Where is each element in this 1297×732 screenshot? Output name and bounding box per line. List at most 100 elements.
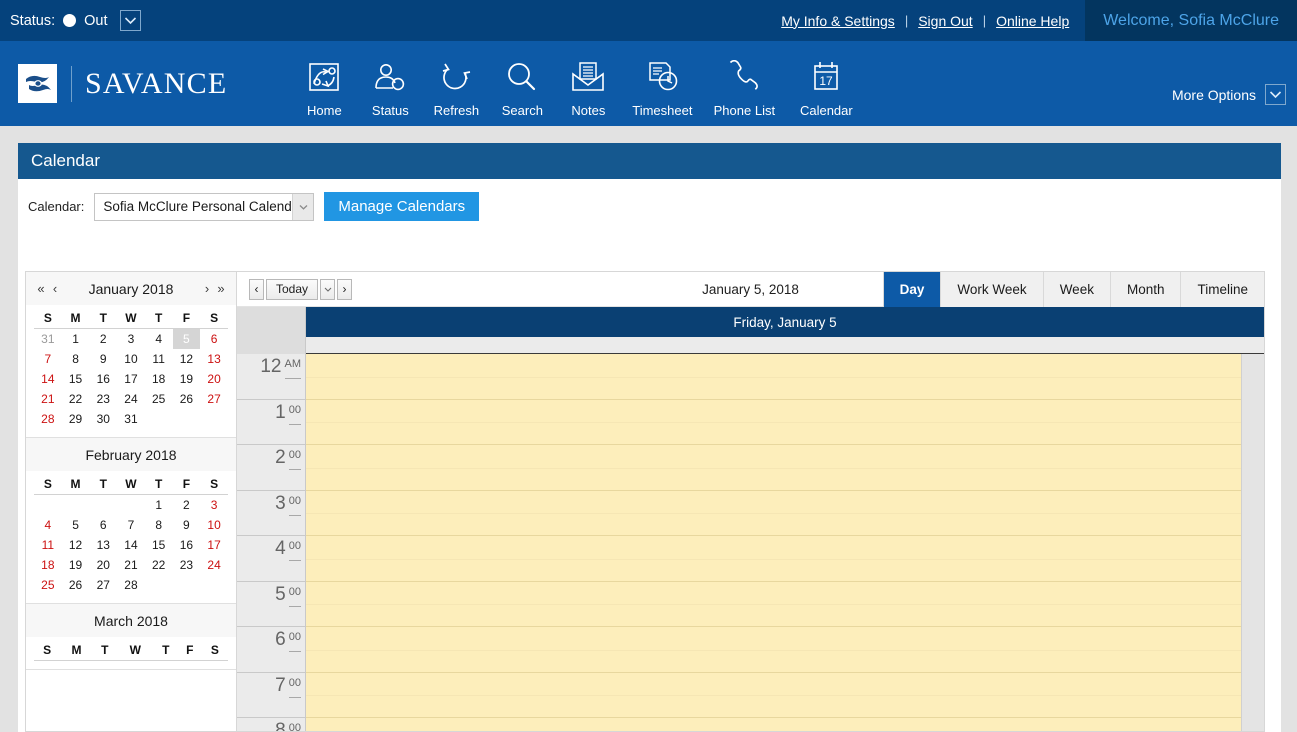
all-day-slot[interactable] [306,337,1264,354]
mini-day-cell[interactable]: 3 [117,329,145,350]
grid-scrollbar-track[interactable] [1241,354,1264,731]
nav-item-refresh[interactable]: Refresh [423,49,489,118]
mini-day-cell[interactable]: 2 [173,495,201,516]
time-slot[interactable] [306,399,1241,445]
nav-item-search[interactable]: Search [489,49,555,118]
manage-calendars-button[interactable]: Manage Calendars [324,192,480,221]
mini-day-cell[interactable]: 25 [34,575,62,595]
more-options-dropdown[interactable] [1265,84,1286,105]
mini-day-cell[interactable]: 4 [34,515,62,535]
mini-day-cell[interactable]: 14 [34,369,62,389]
day-slots-column[interactable] [306,354,1241,731]
calendar-select-arrow[interactable] [292,193,314,220]
next-day-button[interactable]: › [337,278,353,300]
mini-day-cell[interactable]: 17 [117,369,145,389]
mini-day-cell[interactable]: 7 [117,515,145,535]
mini-day-cell[interactable]: 19 [173,369,201,389]
mini-day-cell[interactable]: 15 [145,535,173,555]
mini-day-cell[interactable]: 18 [145,369,173,389]
mini-day-cell[interactable]: 21 [117,555,145,575]
mini-day-cell[interactable]: 22 [62,389,90,409]
mini-day-cell[interactable]: 18 [34,555,62,575]
brand-logo[interactable]: SAVANCE [0,64,227,103]
time-slot[interactable] [306,490,1241,536]
tab-week[interactable]: Week [1042,271,1110,307]
today-dropdown-button[interactable] [320,278,336,300]
prev-day-button[interactable]: ‹ [249,278,264,300]
mini-day-cell[interactable]: 21 [34,389,62,409]
time-slot[interactable] [306,445,1241,491]
mini-day-cell[interactable]: 16 [173,535,201,555]
mini-day-cell[interactable]: 28 [117,575,145,595]
mini-day-cell[interactable]: 7 [34,349,62,369]
status-dropdown-button[interactable] [119,10,141,31]
nav-item-status[interactable]: Status [357,49,423,118]
mini-day-cell[interactable]: 20 [200,369,228,389]
mini-day-cell[interactable]: 2 [89,329,117,350]
mini-day-cell[interactable]: 13 [89,535,117,555]
mini-day-cell[interactable]: 3 [200,495,228,516]
time-slot[interactable] [306,536,1241,582]
mini-day-cell[interactable]: 1 [145,495,173,516]
tab-day[interactable]: Day [882,271,941,307]
mini-day-cell[interactable]: 10 [117,349,145,369]
mini-day-cell[interactable]: 13 [200,349,228,369]
nav-item-phone-list[interactable]: Phone List [703,49,785,118]
mini-day-cell[interactable]: 27 [200,389,228,409]
calendar-select[interactable]: Sofia McClure Personal Calendar [94,192,315,221]
mini-day-cell[interactable]: 24 [200,555,228,575]
tab-timeline[interactable]: Timeline [1180,271,1264,307]
mini-day-cell[interactable]: 11 [145,349,173,369]
mini-day-cell[interactable]: 29 [62,409,90,429]
mini-day-cell[interactable]: 10 [200,515,228,535]
mini-day-cell[interactable]: 31 [34,329,62,350]
mini-day-cell[interactable]: 15 [62,369,90,389]
time-slot[interactable] [306,354,1241,400]
mini-day-cell[interactable]: 6 [89,515,117,535]
mini-day-cell[interactable]: 22 [145,555,173,575]
mini-day-cell[interactable]: 5 [62,515,90,535]
mini-day-cell[interactable]: 26 [62,575,90,595]
nav-item-calendar[interactable]: 17 Calendar [785,49,867,118]
mini-day-cell[interactable]: 19 [62,555,90,575]
tab-month[interactable]: Month [1109,271,1181,307]
nav-item-notes[interactable]: Notes [555,49,621,118]
mini-day-cell[interactable]: 24 [117,389,145,409]
link-online-help[interactable]: Online Help [996,13,1069,29]
mini-day-cell[interactable]: 27 [89,575,117,595]
mini-day-cell[interactable]: 5 [172,328,201,349]
time-slot[interactable] [306,718,1241,731]
time-slot[interactable] [306,581,1241,627]
mini-day-cell[interactable]: 12 [62,535,90,555]
mini-day-cell[interactable]: 23 [89,389,117,409]
mini-day-cell[interactable]: 17 [200,535,228,555]
time-slot[interactable] [306,672,1241,718]
mini-day-cell[interactable]: 30 [89,409,117,429]
mini-day-cell[interactable]: 16 [89,369,117,389]
mini-day-cell[interactable]: 1 [62,329,90,350]
mini-day-cell[interactable]: 11 [34,535,62,555]
mini-day-cell[interactable]: 12 [173,349,201,369]
mini-day-cell[interactable]: 6 [200,329,228,350]
mini-day-cell[interactable]: 20 [89,555,117,575]
time-slot[interactable] [306,627,1241,673]
mini-nav-last[interactable]: » [214,281,228,296]
mini-day-cell[interactable]: 31 [117,409,145,429]
mini-day-cell[interactable]: 26 [173,389,201,409]
nav-item-timesheet[interactable]: Timesheet [621,49,703,118]
link-sign-out[interactable]: Sign Out [918,13,972,29]
mini-day-cell[interactable]: 14 [117,535,145,555]
more-options-button[interactable]: More Options [1172,62,1297,105]
tab-work-week[interactable]: Work Week [940,271,1043,307]
mini-nav-first[interactable]: « [34,281,48,296]
mini-day-cell[interactable]: 9 [89,349,117,369]
mini-day-cell[interactable]: 8 [62,349,90,369]
mini-nav-next[interactable]: › [200,281,214,296]
mini-day-cell[interactable]: 28 [34,409,62,429]
mini-day-cell[interactable]: 4 [145,329,173,350]
today-button[interactable]: Today [266,278,319,300]
mini-day-cell[interactable]: 9 [173,515,201,535]
nav-item-home[interactable]: Home [291,49,357,118]
link-my-info-settings[interactable]: My Info & Settings [781,13,895,29]
mini-day-cell[interactable]: 23 [173,555,201,575]
